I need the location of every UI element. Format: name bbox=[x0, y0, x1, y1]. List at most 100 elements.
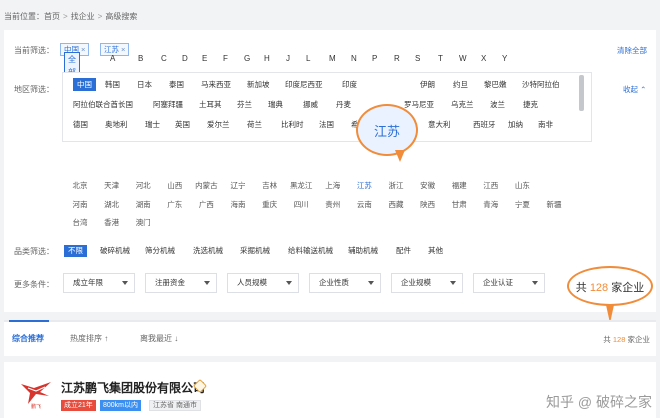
country-item[interactable]: 捷克 bbox=[523, 98, 538, 111]
province-item[interactable]: 上海 bbox=[317, 180, 349, 192]
country-item[interactable]: 波兰 bbox=[490, 98, 505, 111]
country-item[interactable]: 泰国 bbox=[169, 78, 184, 91]
filter-dropdown[interactable]: 成立年限 bbox=[63, 273, 135, 293]
province-item[interactable]: 陕西 bbox=[412, 199, 444, 211]
country-item[interactable]: 黎巴嫩 bbox=[484, 78, 507, 91]
province-item[interactable]: 新疆 bbox=[538, 199, 570, 211]
country-item[interactable]: 土耳其 bbox=[199, 98, 222, 111]
country-item[interactable]: 瑞典 bbox=[268, 98, 283, 111]
sort-distance[interactable]: 离我最近 ↓ bbox=[140, 333, 178, 344]
province-item[interactable]: 天津 bbox=[96, 180, 128, 192]
country-item[interactable]: 韩国 bbox=[105, 78, 120, 91]
letter-f[interactable]: F bbox=[223, 52, 228, 65]
close-icon[interactable]: × bbox=[81, 45, 85, 54]
country-item[interactable]: 英国 bbox=[175, 118, 190, 131]
province-item[interactable]: 湖南 bbox=[127, 199, 159, 211]
category-item[interactable]: 给料输送机械 bbox=[288, 245, 333, 257]
category-item[interactable]: 辅助机械 bbox=[348, 245, 378, 257]
country-item[interactable]: 法国 bbox=[319, 118, 334, 131]
province-item[interactable]: 广东 bbox=[159, 199, 191, 211]
letter-g[interactable]: G bbox=[244, 52, 250, 65]
country-item[interactable]: 奥地利 bbox=[105, 118, 128, 131]
category-item[interactable]: 配件 bbox=[396, 245, 411, 257]
letter-h[interactable]: H bbox=[264, 52, 270, 65]
province-item[interactable]: 云南 bbox=[348, 199, 380, 211]
country-item[interactable]: 约旦 bbox=[453, 78, 468, 91]
country-item[interactable]: 西班牙 bbox=[473, 118, 496, 131]
province-item[interactable]: 四川 bbox=[285, 199, 317, 211]
filter-dropdown[interactable]: 企业性质 bbox=[309, 273, 381, 293]
category-item[interactable]: 破碎机械 bbox=[100, 245, 130, 257]
province-item[interactable]: 澳门 bbox=[127, 217, 159, 229]
filter-dropdown[interactable]: 企业规模 bbox=[391, 273, 463, 293]
province-item[interactable]: 台湾 bbox=[64, 217, 96, 229]
letter-d[interactable]: D bbox=[182, 52, 188, 65]
province-item[interactable]: 浙江 bbox=[380, 180, 412, 192]
province-item[interactable]: 山东 bbox=[506, 180, 538, 192]
filter-dropdown[interactable]: 注册资金 bbox=[145, 273, 217, 293]
country-item[interactable]: 印度尼西亚 bbox=[285, 78, 323, 91]
country-item[interactable]: 荷兰 bbox=[247, 118, 262, 131]
province-item[interactable]: 安徽 bbox=[412, 180, 444, 192]
country-item[interactable]: 比利时 bbox=[281, 118, 304, 131]
province-item[interactable]: 贵州 bbox=[317, 199, 349, 211]
province-item[interactable]: 北京 bbox=[64, 180, 96, 192]
province-item[interactable]: 吉林 bbox=[254, 180, 286, 192]
province-item[interactable]: 内蒙古 bbox=[190, 180, 222, 192]
breadcrumb-home[interactable]: 首页 bbox=[44, 12, 60, 21]
province-item[interactable]: 江西 bbox=[475, 180, 507, 192]
letter-w[interactable]: W bbox=[459, 52, 467, 65]
province-item[interactable]: 重庆 bbox=[254, 199, 286, 211]
country-item[interactable]: 马来西亚 bbox=[201, 78, 231, 91]
province-item[interactable]: 河北 bbox=[127, 180, 159, 192]
country-item[interactable]: 伊朗 bbox=[420, 78, 435, 91]
letter-y[interactable]: Y bbox=[502, 52, 507, 65]
country-item[interactable]: 沙特阿拉伯 bbox=[522, 78, 560, 91]
clear-all-link[interactable]: 清除全部 bbox=[617, 45, 647, 56]
country-item[interactable]: 加纳 bbox=[508, 118, 523, 131]
country-item[interactable]: 意大利 bbox=[428, 118, 451, 131]
country-item[interactable]: 中国 bbox=[73, 78, 96, 91]
province-item[interactable]: 西藏 bbox=[380, 199, 412, 211]
country-item[interactable]: 瑞士 bbox=[145, 118, 160, 131]
category-item[interactable]: 采掘机械 bbox=[240, 245, 270, 257]
country-item[interactable]: 印度 bbox=[342, 78, 357, 91]
country-item[interactable]: 乌克兰 bbox=[451, 98, 474, 111]
sort-recommended[interactable]: 综合推荐 bbox=[12, 333, 44, 344]
category-item[interactable]: 筛分机械 bbox=[145, 245, 175, 257]
province-item[interactable]: 山西 bbox=[159, 180, 191, 192]
province-item[interactable]: 江苏 bbox=[348, 180, 380, 192]
letter-m[interactable]: M bbox=[329, 52, 336, 65]
country-item[interactable]: 南非 bbox=[538, 118, 553, 131]
country-item[interactable]: 日本 bbox=[137, 78, 152, 91]
letter-n[interactable]: N bbox=[351, 52, 357, 65]
company-name[interactable]: 江苏鹏飞集团股份有限公司 bbox=[61, 379, 205, 396]
letter-c[interactable]: C bbox=[161, 52, 167, 65]
province-item[interactable]: 福建 bbox=[443, 180, 475, 192]
filter-dropdown[interactable]: 人员规模 bbox=[227, 273, 299, 293]
letter-j[interactable]: J bbox=[286, 52, 290, 65]
country-item[interactable]: 丹麦 bbox=[336, 98, 351, 111]
country-item[interactable]: 阿塞拜疆 bbox=[153, 98, 183, 111]
letter-s[interactable]: S bbox=[415, 52, 420, 65]
letter-b[interactable]: B bbox=[138, 52, 143, 65]
province-item[interactable]: 香港 bbox=[96, 217, 128, 229]
country-item[interactable]: 德国 bbox=[73, 118, 88, 131]
country-item[interactable]: 芬兰 bbox=[237, 98, 252, 111]
category-item[interactable]: 其他 bbox=[428, 245, 443, 257]
category-item[interactable]: 洗选机械 bbox=[193, 245, 223, 257]
country-item[interactable]: 挪威 bbox=[303, 98, 318, 111]
letter-e[interactable]: E bbox=[202, 52, 207, 65]
province-item[interactable]: 甘肃 bbox=[443, 199, 475, 211]
country-list-scrollbar[interactable] bbox=[579, 75, 584, 111]
province-item[interactable]: 辽宁 bbox=[222, 180, 254, 192]
close-icon[interactable]: × bbox=[121, 45, 125, 54]
province-item[interactable]: 宁夏 bbox=[506, 199, 538, 211]
collapse-link[interactable]: 收起 ⌃ bbox=[623, 84, 646, 95]
country-item[interactable]: 爱尔兰 bbox=[207, 118, 230, 131]
letter-a[interactable]: A bbox=[110, 52, 115, 65]
letter-t[interactable]: T bbox=[438, 52, 443, 65]
province-item[interactable]: 青海 bbox=[475, 199, 507, 211]
province-item[interactable]: 黑龙江 bbox=[285, 180, 317, 192]
category-item[interactable]: 不限 bbox=[64, 245, 87, 257]
